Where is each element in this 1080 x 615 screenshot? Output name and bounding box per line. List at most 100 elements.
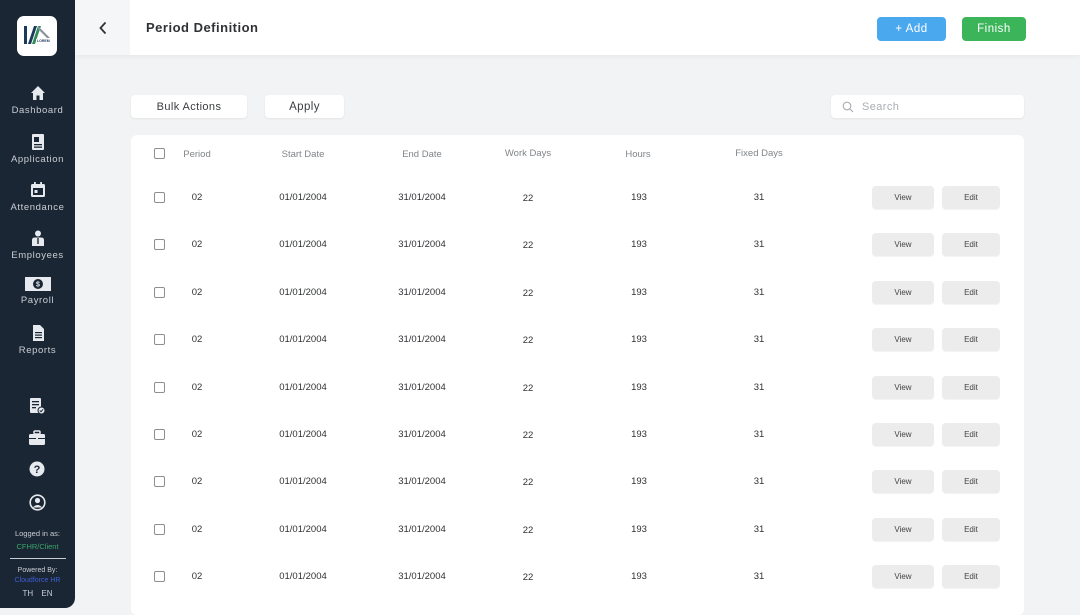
apply-button[interactable]: Apply: [265, 95, 344, 118]
cell-fixed-days: 31: [753, 523, 765, 535]
row-checkbox[interactable]: [154, 381, 165, 393]
row-checkbox[interactable]: [154, 571, 165, 583]
period-table: Period Start Date End Date Work Days Hou…: [131, 135, 1024, 615]
sidebar-item-dashboard[interactable]: Dashboard: [0, 84, 75, 116]
cell-hours: 193: [631, 523, 647, 535]
edit-button[interactable]: Edit: [942, 233, 1000, 257]
view-button[interactable]: View: [872, 375, 934, 399]
select-all-checkbox[interactable]: [154, 148, 165, 159]
cell-work-days: 22: [522, 287, 534, 299]
cell-end-date: 31/01/2004: [398, 239, 446, 251]
column-header-end-date[interactable]: End Date: [402, 149, 442, 160]
sidebar-item-attendance[interactable]: Attendance: [0, 181, 75, 213]
row-checkbox[interactable]: [154, 239, 165, 251]
cell-hours: 193: [631, 192, 647, 203]
cell-start-date: 01/01/2004: [279, 523, 327, 535]
view-button[interactable]: View: [872, 280, 934, 304]
view-button[interactable]: View: [872, 328, 934, 352]
add-button[interactable]: + Add: [877, 17, 946, 41]
cell-period: 02: [191, 571, 203, 583]
cell-end-date: 31/01/2004: [398, 286, 446, 298]
page-title: Period Definition: [146, 20, 259, 35]
language-en[interactable]: EN: [41, 589, 52, 598]
sidebar-item-payroll[interactable]: $ Payroll: [0, 276, 75, 306]
search-icon: [842, 101, 854, 112]
cell-hours: 193: [631, 239, 647, 251]
cell-start-date: 01/01/2004: [279, 571, 327, 583]
sidebar-item-employees[interactable]: Employees: [0, 229, 75, 261]
edit-button[interactable]: Edit: [942, 280, 1000, 304]
cell-fixed-days: 31: [753, 192, 765, 203]
view-button[interactable]: View: [872, 233, 934, 257]
cell-period: 02: [191, 286, 203, 298]
user-circle-icon[interactable]: [27, 493, 47, 511]
cell-fixed-days: 31: [753, 571, 765, 583]
cell-hours: 193: [631, 429, 647, 440]
logged-in-label: Logged in as:: [14, 529, 61, 538]
sidebar-item-label: Attendance: [10, 202, 65, 213]
dollar-bill-icon: $: [24, 277, 51, 291]
powered-by-brand[interactable]: Cloudforce HR: [0, 576, 75, 586]
cell-fixed-days: 31: [753, 381, 765, 393]
row-checkbox[interactable]: [154, 286, 165, 298]
back-button[interactable]: [75, 0, 130, 55]
cell-start-date: 01/01/2004: [279, 476, 327, 488]
edit-button[interactable]: Edit: [942, 470, 1000, 494]
help-icon[interactable]: ?: [27, 460, 47, 478]
row-checkbox[interactable]: [154, 523, 165, 535]
view-button[interactable]: View: [872, 470, 934, 494]
home-icon: [30, 86, 45, 100]
edit-button[interactable]: Edit: [942, 565, 1000, 589]
cell-end-date: 31/01/2004: [398, 192, 446, 203]
sidebar-item-label: Reports: [18, 345, 57, 356]
row-checkbox[interactable]: [154, 476, 165, 488]
edit-button[interactable]: Edit: [942, 423, 1000, 446]
row-checkbox[interactable]: [154, 334, 165, 346]
briefcase-icon[interactable]: [27, 429, 47, 447]
cell-work-days: 22: [522, 240, 534, 252]
cell-start-date: 01/01/2004: [279, 192, 327, 203]
view-button[interactable]: View: [872, 423, 934, 446]
cell-fixed-days: 31: [753, 429, 765, 440]
row-checkbox[interactable]: [154, 429, 165, 440]
table-row: 02 01/01/2004 31/01/2004 22 193 31 View …: [131, 507, 1024, 554]
sidebar-item-label: Application: [10, 154, 65, 165]
cell-work-days: 22: [522, 335, 534, 347]
cell-fixed-days: 31: [753, 334, 765, 346]
cell-start-date: 01/01/2004: [279, 381, 327, 393]
row-checkbox[interactable]: [154, 192, 165, 203]
view-button[interactable]: View: [872, 517, 934, 541]
cell-work-days: 22: [522, 382, 534, 394]
bulk-actions-dropdown[interactable]: Bulk Actions: [131, 95, 247, 118]
table-row: 02 01/01/2004 31/01/2004 22 193 31 View …: [131, 412, 1024, 459]
finish-button[interactable]: Finish: [962, 17, 1026, 41]
edit-button[interactable]: Edit: [942, 517, 1000, 541]
sidebar-item-reports[interactable]: Reports: [0, 324, 75, 356]
column-header-work-days[interactable]: Work Days: [505, 148, 551, 159]
edit-button[interactable]: Edit: [942, 375, 1000, 399]
column-header-period[interactable]: Period: [183, 149, 210, 160]
cell-end-date: 31/01/2004: [398, 523, 446, 535]
sidebar-item-application[interactable]: Application: [0, 133, 75, 165]
view-button[interactable]: View: [872, 186, 934, 209]
logged-in-info: Logged in as: CFHR/Client: [0, 527, 75, 553]
logo-icon: LOREM: [24, 26, 50, 44]
column-header-hours[interactable]: Hours: [625, 149, 650, 160]
cell-fixed-days: 31: [753, 286, 765, 298]
checklist-icon[interactable]: [27, 397, 47, 415]
column-header-fixed-days[interactable]: Fixed Days: [735, 148, 783, 159]
calendar-icon: [30, 182, 45, 197]
cell-end-date: 31/01/2004: [398, 381, 446, 393]
cell-work-days: 22: [522, 572, 534, 584]
edit-button[interactable]: Edit: [942, 328, 1000, 352]
edit-button[interactable]: Edit: [942, 186, 1000, 209]
cell-hours: 193: [631, 571, 647, 583]
column-header-start-date[interactable]: Start Date: [282, 149, 325, 160]
cell-work-days: 22: [522, 524, 534, 536]
search-input[interactable]: [862, 100, 1012, 113]
cell-period: 02: [191, 429, 203, 440]
language-th[interactable]: TH: [22, 589, 33, 598]
company-logo[interactable]: LOREM: [17, 16, 57, 56]
view-button[interactable]: View: [872, 565, 934, 589]
svg-text:$: $: [36, 282, 40, 289]
